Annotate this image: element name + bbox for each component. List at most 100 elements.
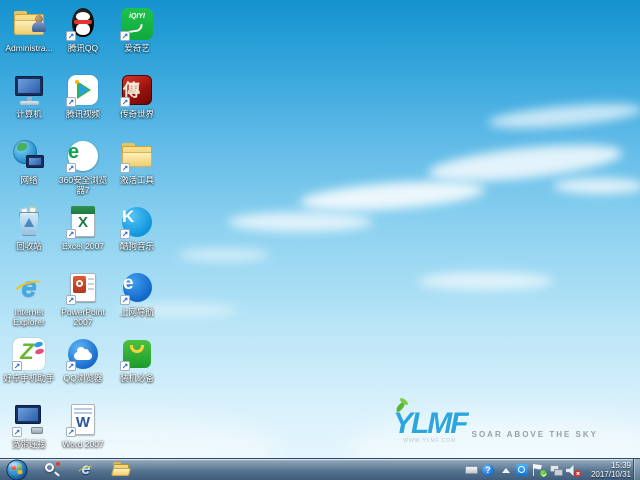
- ylmf-url: WWW.YLMF.COM: [403, 438, 457, 444]
- ylmf-branding: YLMF WWW.YLMF.COM SOAR ABOVE THE SKY: [393, 401, 598, 444]
- desktop-icon-label: Excel 2007: [61, 241, 105, 251]
- clock-time: 15:39: [610, 461, 631, 470]
- mute-badge-icon: [574, 470, 581, 477]
- keyboard-icon: [465, 466, 478, 474]
- desktop-icon-kugou-music[interactable]: K ↗ 酷狗音乐: [110, 204, 164, 270]
- desktop-icon-network[interactable]: 网络: [2, 138, 56, 204]
- windows-explorer-button[interactable]: [108, 460, 134, 480]
- desktop-icon-recycle-bin[interactable]: 回收站: [2, 204, 56, 270]
- question-icon: ?: [482, 464, 494, 476]
- legend-of-world-icon: 傳 ↗: [119, 72, 155, 108]
- search-square-icon: [516, 464, 528, 476]
- help-tray-button[interactable]: ?: [481, 461, 496, 479]
- desktop-icon-label: 360安全浏览器7: [58, 175, 108, 195]
- desktop-icon-web-navigation[interactable]: e ↗ 上网导航: [110, 270, 164, 336]
- desktop-icon-grid: Administra... ↗ 腾讯QQ iQIYI ↗ 爱奇艺 计算机 ↗ 腾讯视频傳 ↗ 传奇世…: [2, 6, 164, 468]
- desktop-icon-qq-browser[interactable]: ↗ QQ浏览器: [56, 336, 110, 402]
- network-icon: [11, 138, 47, 174]
- qq-browser-icon: ↗: [65, 336, 101, 372]
- show-desktop-button[interactable]: [633, 459, 640, 480]
- tencent-video-icon: ↗: [65, 72, 101, 108]
- desktop-icon-label: 宽带连接: [11, 439, 46, 449]
- taskbar: e ? 15:39 2017/10/31: [0, 458, 640, 480]
- administrator-folder-icon: [11, 6, 47, 42]
- desktop-icon-internet-explorer[interactable]: e Internet Explorer: [2, 270, 56, 336]
- computer-icon: [11, 72, 47, 108]
- magnifier-icon: [45, 463, 54, 472]
- kugou-music-icon: K ↗: [119, 204, 155, 240]
- chevron-up-icon: [502, 468, 510, 473]
- cloud-shape: [418, 272, 553, 290]
- desktop-icon-administrator-folder[interactable]: Administra...: [2, 6, 56, 72]
- desktop-surface[interactable]: Administra... ↗ 腾讯QQ iQIYI ↗ 爱奇艺 计算机 ↗ 腾讯视频傳 ↗ 传奇世…: [0, 0, 640, 480]
- show-hidden-icons-button[interactable]: [498, 461, 513, 479]
- desktop-icon-legend-of-world[interactable]: 傳 ↗ 传奇世界: [110, 72, 164, 138]
- shortcut-arrow-icon: ↗: [66, 361, 76, 371]
- desktop-icon-tencent-qq[interactable]: ↗ 腾讯QQ: [56, 6, 110, 72]
- internet-explorer-button[interactable]: e: [73, 460, 99, 480]
- desktop-icon-tencent-video[interactable]: ↗ 腾讯视频: [56, 72, 110, 138]
- desktop-icon-label: 爱奇艺: [124, 43, 150, 53]
- desktop-icon-software-bundle[interactable]: ↗ 装机必备: [110, 336, 164, 402]
- desktop-icon-label: 上网导航: [119, 307, 154, 317]
- shortcut-arrow-icon: ↗: [66, 163, 76, 173]
- desktop-icon-iqiyi[interactable]: iQIYI ↗ 爱奇艺: [110, 6, 164, 72]
- desktop-icon-label: 激活工具: [119, 175, 154, 185]
- shortcut-arrow-icon: ↗: [120, 229, 130, 239]
- powerpoint-2007-icon: ↗: [65, 270, 101, 306]
- green-check-icon: [540, 470, 547, 477]
- shortcut-arrow-icon: ↗: [66, 229, 76, 239]
- shortcut-arrow-icon: ↗: [120, 163, 130, 173]
- taskbar-pinned-apps: e: [38, 459, 134, 480]
- cloud-shape: [178, 248, 270, 262]
- desktop-icon-powerpoint-2007[interactable]: ↗ PowerPoint 2007: [56, 270, 110, 336]
- shortcut-arrow-icon: ↗: [12, 361, 22, 371]
- ylmf-logo-block: YLMF WWW.YLMF.COM: [393, 401, 469, 444]
- desktop-icon-360-safe-browser[interactable]: e ↗ 360安全浏览器7: [56, 138, 110, 204]
- network-tray-button[interactable]: [549, 461, 564, 479]
- shortcut-arrow-icon: ↗: [66, 97, 76, 107]
- internet-explorer-icon: e: [11, 270, 47, 306]
- shortcut-arrow-icon: ↗: [120, 295, 130, 305]
- excel-2007-icon: X ↗: [65, 204, 101, 240]
- folder-front-icon: [111, 468, 131, 476]
- desktop-icon-label: Word 2007: [62, 439, 104, 449]
- magnifier-handle-icon: [54, 471, 60, 477]
- red-dot-icon: [56, 462, 60, 466]
- shortcut-arrow-icon: ↗: [120, 97, 130, 107]
- desktop-icon-phone-assistant[interactable]: Z ↗ 好卓手机助手: [2, 336, 56, 402]
- phone-assistant-icon: Z ↗: [11, 336, 47, 372]
- volume-tray-button[interactable]: [566, 461, 581, 479]
- action-center-button[interactable]: [532, 461, 547, 479]
- search-app-button[interactable]: [38, 460, 64, 480]
- desktop-icon-label: 计算机: [16, 109, 42, 119]
- cloud-shape: [228, 212, 373, 232]
- cloud-shape: [299, 176, 486, 216]
- desktop-icon-label: 腾讯视频: [65, 109, 100, 119]
- recycle-bin-icon: [11, 204, 47, 240]
- start-button[interactable]: [5, 459, 29, 480]
- windows-orb-icon: [6, 459, 28, 480]
- tray-clock[interactable]: 15:39 2017/10/31: [581, 461, 631, 479]
- desktop-icon-label: 酷狗音乐: [119, 241, 154, 251]
- desktop-icon-excel-2007[interactable]: X ↗ Excel 2007: [56, 204, 110, 270]
- desktop-icon-label: 回收站: [16, 241, 42, 251]
- search-tray-button[interactable]: [515, 461, 530, 479]
- desktop-icon-computer[interactable]: 计算机: [2, 72, 56, 138]
- shortcut-arrow-icon: ↗: [120, 361, 130, 371]
- shortcut-arrow-icon: ↗: [66, 427, 76, 437]
- tencent-qq-icon: ↗: [65, 6, 101, 42]
- network-screen2-icon: [554, 469, 563, 476]
- shortcut-arrow-icon: ↗: [66, 31, 76, 41]
- input-method-button[interactable]: [464, 461, 479, 479]
- cloud-shape: [487, 99, 640, 133]
- shortcut-arrow-icon: ↗: [66, 295, 76, 305]
- shortcut-arrow-icon: ↗: [120, 31, 130, 41]
- word-2007-icon: W ↗: [65, 402, 101, 438]
- broadband-connection-icon: ↗: [11, 402, 47, 438]
- desktop-icon-label: 传奇世界: [119, 109, 154, 119]
- cloud-shape: [553, 178, 640, 194]
- desktop-icon-label: 腾讯QQ: [67, 43, 99, 53]
- desktop-icon-label: 好卓手机助手: [3, 373, 55, 383]
- desktop-icon-activation-tools[interactable]: ↗ 激活工具: [110, 138, 164, 204]
